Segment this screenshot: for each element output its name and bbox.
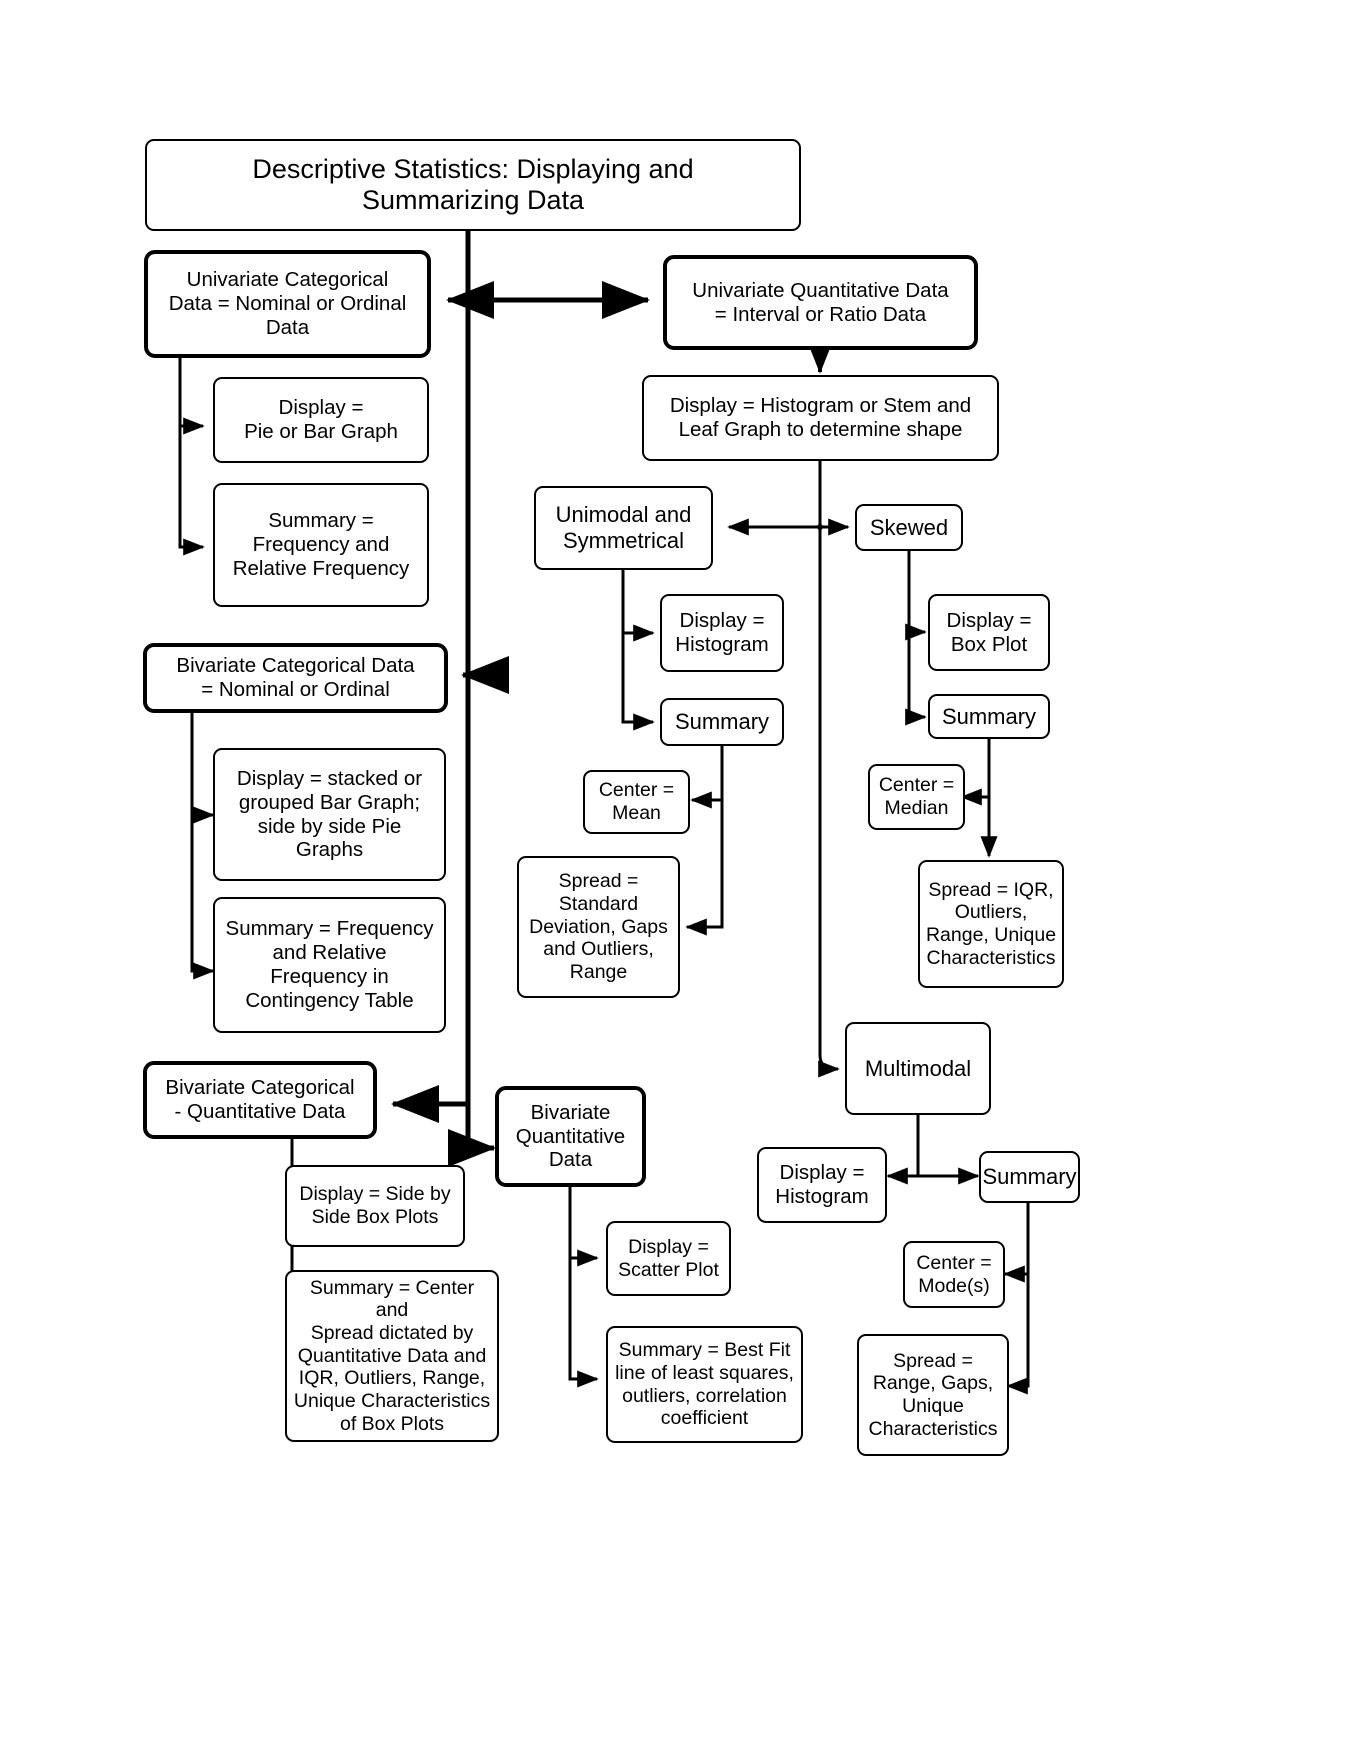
node-bivariate-categorical-display-label: Display = stacked or grouped Bar Graph; … — [236, 766, 423, 862]
node-bivariate-quantitative[interactable]: Bivariate Quantitative Data — [495, 1086, 646, 1187]
node-multimodal-spread[interactable]: Spread = Range, Gaps, Unique Characteris… — [857, 1334, 1009, 1456]
node-skewed-center[interactable]: Center = Median — [868, 764, 965, 830]
node-univariate-categorical-summary[interactable]: Summary = Frequency and Relative Frequen… — [213, 483, 429, 607]
node-unimodal-center[interactable]: Center = Mean — [583, 770, 690, 834]
node-skewed-summary-label: Summary — [941, 703, 1037, 729]
node-biquant-display[interactable]: Display = Scatter Plot — [606, 1221, 731, 1296]
node-bivariate-categorical-quantitative[interactable]: Bivariate Categorical - Quantitative Dat… — [143, 1061, 377, 1139]
node-multimodal-display[interactable]: Display = Histogram — [757, 1147, 887, 1223]
node-skewed-center-label: Center = Median — [878, 774, 955, 819]
node-bivariate-categorical-summary-label: Summary = Frequency and Relative Frequen… — [225, 917, 434, 1012]
node-bivariate-categorical-summary[interactable]: Summary = Frequency and Relative Frequen… — [213, 897, 446, 1033]
node-biquant-display-label: Display = Scatter Plot — [618, 1235, 719, 1281]
node-skewed-spread[interactable]: Spread = IQR, Outliers, Range, Unique Ch… — [918, 860, 1064, 988]
node-bivariate-categorical-quantitative-label: Bivariate Categorical - Quantitative Dat… — [165, 1076, 355, 1123]
node-biquant-summary-label: Summary = Best Fit line of least squares… — [615, 1339, 794, 1430]
node-bicatquant-display[interactable]: Display = Side by Side Box Plots — [285, 1165, 465, 1247]
node-multimodal-summary-label: Summary — [982, 1164, 1077, 1190]
node-root[interactable]: Descriptive Statistics: Displaying and S… — [145, 139, 801, 231]
node-skewed-spread-label: Spread = IQR, Outliers, Range, Unique Ch… — [925, 878, 1057, 969]
node-unimodal-summary-label: Summary — [674, 709, 770, 735]
node-univariate-quantitative-label: Univariate Quantitative Data = Interval … — [692, 278, 949, 326]
node-univariate-categorical-label: Univariate Categorical Data = Nominal or… — [168, 268, 407, 339]
node-bivariate-categorical-label: Bivariate Categorical Data = Nominal or … — [176, 654, 415, 701]
node-unimodal-center-label: Center = Mean — [598, 779, 675, 824]
node-multimodal-center-label: Center = Mode(s) — [916, 1251, 992, 1297]
node-univariate-quantitative[interactable]: Univariate Quantitative Data = Interval … — [663, 255, 978, 350]
node-univariate-categorical-summary-label: Summary = Frequency and Relative Frequen… — [232, 509, 410, 580]
node-bivariate-quantitative-label: Bivariate Quantitative Data — [515, 1100, 626, 1172]
node-unimodal-display-label: Display = Histogram — [675, 609, 769, 656]
node-root-label: Descriptive Statistics: Displaying and S… — [252, 153, 694, 215]
node-bivariate-categorical[interactable]: Bivariate Categorical Data = Nominal or … — [143, 643, 448, 713]
node-univariate-categorical-display-label: Display = Pie or Bar Graph — [244, 396, 398, 443]
node-unimodal-summary[interactable]: Summary — [660, 698, 784, 746]
node-bicatquant-display-label: Display = Side by Side Box Plots — [299, 1183, 451, 1228]
node-univariate-categorical-display[interactable]: Display = Pie or Bar Graph — [213, 377, 429, 463]
node-unimodal-symmetrical-label: Unimodal and Symmetrical — [555, 502, 692, 553]
node-bivariate-categorical-display[interactable]: Display = stacked or grouped Bar Graph; … — [213, 748, 446, 881]
node-univariate-quantitative-display-label: Display = Histogram or Stem and Leaf Gra… — [669, 394, 972, 441]
node-multimodal[interactable]: Multimodal — [845, 1022, 991, 1115]
node-multimodal-center[interactable]: Center = Mode(s) — [903, 1241, 1005, 1308]
node-univariate-categorical[interactable]: Univariate Categorical Data = Nominal or… — [144, 250, 431, 358]
node-bicatquant-summary[interactable]: Summary = Center and Spread dictated by … — [285, 1270, 499, 1442]
node-multimodal-label: Multimodal — [864, 1055, 972, 1081]
node-skewed-display[interactable]: Display = Box Plot — [928, 594, 1050, 671]
node-unimodal-spread[interactable]: Spread = Standard Deviation, Gaps and Ou… — [517, 856, 680, 998]
node-unimodal-display[interactable]: Display = Histogram — [660, 594, 784, 672]
node-bicatquant-summary-label: Summary = Center and Spread dictated by … — [293, 1276, 491, 1435]
node-skewed[interactable]: Skewed — [855, 504, 963, 551]
node-univariate-quantitative-display[interactable]: Display = Histogram or Stem and Leaf Gra… — [642, 375, 999, 461]
node-multimodal-spread-label: Spread = Range, Gaps, Unique Characteris… — [868, 1349, 998, 1440]
node-multimodal-summary[interactable]: Summary — [979, 1151, 1080, 1203]
node-skewed-label: Skewed — [869, 514, 949, 540]
node-skewed-display-label: Display = Box Plot — [946, 608, 1032, 656]
node-biquant-summary[interactable]: Summary = Best Fit line of least squares… — [606, 1326, 803, 1443]
node-unimodal-spread-label: Spread = Standard Deviation, Gaps and Ou… — [529, 870, 668, 983]
node-unimodal-symmetrical[interactable]: Unimodal and Symmetrical — [534, 486, 713, 570]
flowchart-canvas: Descriptive Statistics: Displaying and S… — [0, 0, 1360, 1760]
node-skewed-summary[interactable]: Summary — [928, 694, 1050, 739]
node-multimodal-display-label: Display = Histogram — [775, 1161, 869, 1208]
